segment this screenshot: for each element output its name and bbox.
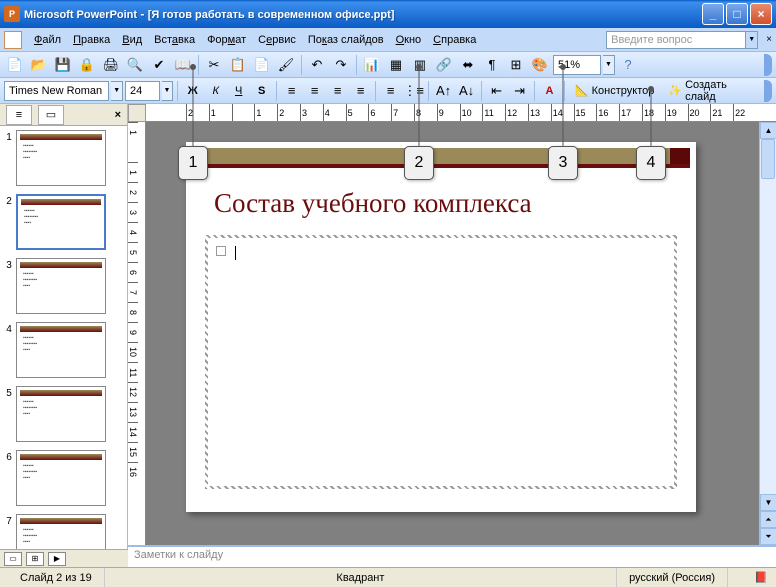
normal-view-button[interactable]: ▭ — [4, 552, 22, 566]
undo-button[interactable]: ↶ — [306, 54, 328, 76]
align-center-button[interactable]: ≡ — [304, 80, 325, 102]
hyperlink-button[interactable]: 🔗 — [433, 54, 455, 76]
menu-tools[interactable]: Сервис — [252, 32, 302, 48]
view-buttons: ▭ ⊞ ▶ — [0, 549, 128, 567]
content-placeholder[interactable] — [202, 232, 680, 492]
print-button[interactable]: 🖨 — [100, 54, 122, 76]
increase-indent-button[interactable]: ⇥ — [509, 80, 530, 102]
thumbnail-slide[interactable]: 3▪▪▪▪▪▪▪▪▪▪▪▪▪▪▪▪▪▪ — [2, 258, 125, 314]
fontsize-dropdown[interactable]: ▼ — [162, 81, 174, 101]
slide-title[interactable]: Состав учебного комплекса — [214, 188, 532, 219]
show-formatting-button[interactable]: ¶ — [481, 54, 503, 76]
document-icon — [4, 31, 22, 49]
status-icons: 📕 — [728, 571, 768, 584]
vertical-scrollbar[interactable]: ▲ ▼ ⏶ ⏷ — [759, 122, 776, 545]
callout-1: 1 — [178, 146, 208, 180]
notes-pane[interactable]: Заметки к слайду — [128, 545, 776, 567]
next-slide[interactable]: ⏷ — [760, 528, 776, 545]
menu-bar: Файл Правка Вид Вставка Формат Сервис По… — [0, 28, 776, 52]
outline-tab[interactable]: ≡ — [6, 105, 32, 125]
thumbnail-slide[interactable]: 6▪▪▪▪▪▪▪▪▪▪▪▪▪▪▪▪▪▪ — [2, 450, 125, 506]
status-design: Квадрант — [105, 568, 617, 587]
permission-button[interactable]: 🔒 — [76, 54, 98, 76]
ask-dropdown[interactable]: ▼ — [746, 31, 758, 49]
underline-button[interactable]: Ч — [228, 80, 249, 102]
slide-canvas[interactable]: Состав учебного комплекса — [146, 122, 759, 545]
redo-button[interactable]: ↷ — [330, 54, 352, 76]
open-button[interactable]: 📂 — [28, 54, 50, 76]
window-title: Microsoft PowerPoint - [Я готов работать… — [24, 7, 702, 21]
title-bar: P Microsoft PowerPoint - [Я готов работа… — [0, 0, 776, 28]
menu-view[interactable]: Вид — [116, 32, 148, 48]
minimize-button[interactable]: _ — [702, 3, 724, 25]
menu-insert[interactable]: Вставка — [148, 32, 201, 48]
shadow-button[interactable]: S — [251, 80, 272, 102]
copy-button[interactable]: 📋 — [227, 54, 249, 76]
decrease-indent-button[interactable]: ⇤ — [486, 80, 507, 102]
menu-help[interactable]: Справка — [427, 32, 482, 48]
text-cursor — [235, 246, 236, 260]
status-slide-pos: Слайд 2 из 19 — [8, 568, 105, 587]
prev-slide[interactable]: ⏶ — [760, 511, 776, 528]
bullet-icon — [216, 246, 226, 256]
menu-format[interactable]: Формат — [201, 32, 252, 48]
thumbnail-slide[interactable]: 1▪▪▪▪▪▪▪▪▪▪▪▪▪▪▪▪▪▪ — [2, 130, 125, 186]
panel-close[interactable]: × — [115, 109, 121, 121]
paste-button[interactable]: 📄 — [251, 54, 273, 76]
menu-window[interactable]: Окно — [390, 32, 428, 48]
scroll-thumb[interactable] — [761, 139, 775, 179]
scroll-down[interactable]: ▼ — [760, 494, 776, 511]
grid-button[interactable]: ⊞ — [505, 54, 527, 76]
app-icon: P — [4, 6, 20, 22]
align-left-button[interactable]: ≡ — [281, 80, 302, 102]
numbering-button[interactable]: ≡ — [380, 80, 401, 102]
thumbnails-list[interactable]: 1▪▪▪▪▪▪▪▪▪▪▪▪▪▪▪▪▪▪ 2▪▪▪▪▪▪▪▪▪▪▪▪▪▪▪▪▪▪ 3▪… — [0, 126, 127, 567]
scroll-up[interactable]: ▲ — [760, 122, 776, 139]
fontsize-input[interactable]: 24 — [125, 81, 160, 101]
zoom-dropdown[interactable]: ▼ — [603, 55, 615, 75]
decrease-font-button[interactable]: A↓ — [456, 80, 477, 102]
preview-button[interactable]: 🔍 — [124, 54, 146, 76]
status-bar: Слайд 2 из 19 Квадрант русский (Россия) … — [0, 567, 776, 587]
callout-4: 4 — [636, 146, 666, 180]
slideshow-view-button[interactable]: ▶ — [48, 552, 66, 566]
distribute-button[interactable]: ≡ — [350, 80, 371, 102]
standard-toolbar: 📄 📂 💾 🔒 🖨 🔍 ✔ 📖 ✂ 📋 📄 🖌 ↶ ↷ 📊 ▦ ▥ 🔗 ⬌ ¶ … — [0, 52, 776, 78]
menu-file[interactable]: Файл — [28, 32, 67, 48]
increase-font-button[interactable]: A↑ — [433, 80, 454, 102]
status-language[interactable]: русский (Россия) — [617, 568, 728, 587]
italic-button[interactable]: К — [205, 80, 226, 102]
help-button[interactable]: ? — [617, 54, 639, 76]
close-button[interactable]: × — [750, 3, 772, 25]
ruler-corner — [128, 104, 146, 122]
menu-edit[interactable]: Правка — [67, 32, 116, 48]
font-input[interactable]: Times New Roman — [4, 81, 109, 101]
chart-button[interactable]: 📊 — [361, 54, 383, 76]
format-painter-button[interactable]: 🖌 — [275, 54, 297, 76]
slide[interactable]: Состав учебного комплекса — [186, 142, 696, 512]
save-button[interactable]: 💾 — [52, 54, 74, 76]
callout-3: 3 — [548, 146, 578, 180]
expand-button[interactable]: ⬌ — [457, 54, 479, 76]
new-button[interactable]: 📄 — [4, 54, 26, 76]
spelling-button[interactable]: ✔ — [148, 54, 170, 76]
callout-2: 2 — [404, 146, 434, 180]
align-right-button[interactable]: ≡ — [327, 80, 348, 102]
new-slide-button[interactable]: ✨ Создать слайд — [662, 80, 762, 102]
horizontal-ruler[interactable]: 2112345678910111213141516171819202122 — [146, 104, 776, 122]
maximize-button[interactable]: □ — [726, 3, 748, 25]
slide-panel: ≡ ▭ × 1▪▪▪▪▪▪▪▪▪▪▪▪▪▪▪▪▪▪ 2▪▪▪▪▪▪▪▪▪▪▪▪▪▪… — [0, 104, 128, 567]
mdi-close[interactable]: × — [766, 34, 772, 45]
thumbnail-slide[interactable]: 4▪▪▪▪▪▪▪▪▪▪▪▪▪▪▪▪▪▪ — [2, 322, 125, 378]
sorter-view-button[interactable]: ⊞ — [26, 552, 44, 566]
slide-accent-line — [192, 164, 690, 168]
ask-question-input[interactable]: Введите вопрос — [606, 31, 746, 49]
thumbnail-slide[interactable]: 5▪▪▪▪▪▪▪▪▪▪▪▪▪▪▪▪▪▪ — [2, 386, 125, 442]
vertical-ruler[interactable]: 112345678910111213141516 — [128, 122, 146, 545]
menu-slideshow[interactable]: Показ слайдов — [302, 32, 390, 48]
font-dropdown[interactable]: ▼ — [111, 81, 123, 101]
slides-tab[interactable]: ▭ — [38, 105, 64, 125]
thumbnail-slide[interactable]: 2▪▪▪▪▪▪▪▪▪▪▪▪▪▪▪▪▪▪ — [2, 194, 125, 250]
